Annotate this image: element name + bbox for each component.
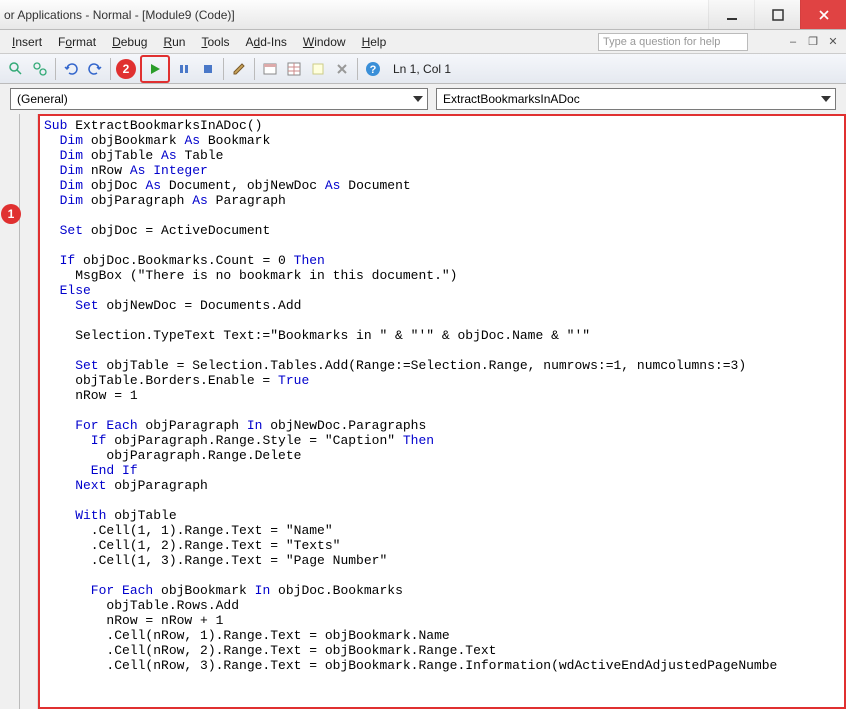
maximize-button[interactable]: [754, 0, 800, 29]
code-editor[interactable]: Sub ExtractBookmarksInADoc() Dim objBook…: [38, 114, 846, 709]
menu-help[interactable]: Help: [354, 33, 395, 51]
design-mode-icon[interactable]: [228, 58, 250, 80]
window-controls: [708, 0, 846, 29]
toolbox-icon[interactable]: [331, 58, 353, 80]
find-next-icon[interactable]: [29, 58, 51, 80]
menu-addins[interactable]: Add-Ins: [237, 33, 294, 51]
reset-button[interactable]: [197, 58, 219, 80]
run-button-highlight: [140, 55, 170, 83]
find-icon[interactable]: [5, 58, 27, 80]
menu-window[interactable]: Window: [295, 33, 354, 51]
svg-text:?: ?: [370, 64, 377, 76]
help-icon[interactable]: ?: [362, 58, 384, 80]
callout-2: 2: [116, 59, 136, 79]
procedure-dropdown[interactable]: ExtractBookmarksInADoc: [436, 88, 836, 110]
menu-format[interactable]: Format: [50, 33, 104, 51]
menu-run[interactable]: Run: [155, 33, 193, 51]
run-button[interactable]: [144, 58, 166, 80]
object-browser-icon[interactable]: [307, 58, 329, 80]
code-text[interactable]: Sub ExtractBookmarksInADoc() Dim objBook…: [38, 114, 846, 677]
properties-icon[interactable]: [283, 58, 305, 80]
mdi-restore[interactable]: ❐: [806, 35, 820, 49]
help-search-input[interactable]: Type a question for help: [598, 33, 748, 51]
break-button[interactable]: [173, 58, 195, 80]
cursor-position: Ln 1, Col 1: [393, 62, 451, 76]
chevron-down-icon: [413, 96, 423, 102]
menu-debug[interactable]: Debug: [104, 33, 155, 51]
mdi-minimize[interactable]: –: [786, 35, 800, 49]
code-area: 1 Sub ExtractBookmarksInADoc() Dim objBo…: [0, 114, 846, 709]
procedure-dropdown-value: ExtractBookmarksInADoc: [443, 92, 580, 106]
close-button[interactable]: [800, 0, 846, 29]
redo-icon[interactable]: [84, 58, 106, 80]
callout-1: 1: [1, 204, 21, 224]
project-explorer-icon[interactable]: [259, 58, 281, 80]
mdi-close[interactable]: ✕: [826, 35, 840, 49]
mdi-controls: – ❐ ✕: [786, 35, 840, 49]
object-dropdown-value: (General): [17, 92, 68, 106]
menu-bar: Insert Format Debug Run Tools Add-Ins Wi…: [0, 30, 846, 54]
window-title: or Applications - Normal - [Module9 (Cod…: [4, 8, 235, 22]
object-dropdown[interactable]: (General): [10, 88, 428, 110]
margin-indicator-bar[interactable]: [20, 114, 38, 709]
minimize-button[interactable]: [708, 0, 754, 29]
title-bar: or Applications - Normal - [Module9 (Cod…: [0, 0, 846, 30]
menu-insert[interactable]: Insert: [4, 33, 50, 51]
code-pane-header: (General) ExtractBookmarksInADoc: [0, 84, 846, 114]
chevron-down-icon: [821, 96, 831, 102]
undo-icon[interactable]: [60, 58, 82, 80]
menu-tools[interactable]: Tools: [193, 33, 237, 51]
toolbar: 2 ? Ln 1, Col 1: [0, 54, 846, 84]
